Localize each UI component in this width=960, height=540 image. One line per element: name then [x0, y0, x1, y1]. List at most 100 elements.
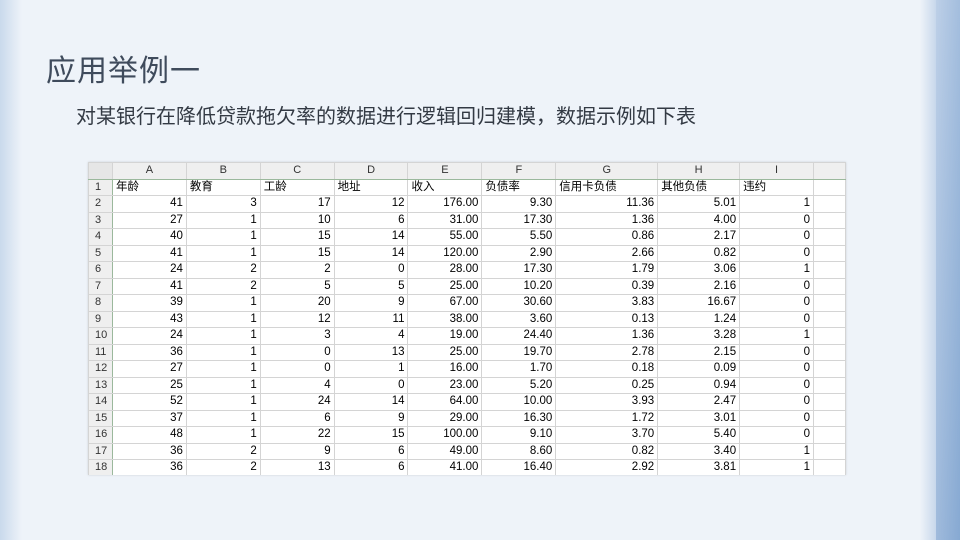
- column-letter-a[interactable]: A: [111, 162, 187, 180]
- empty-cell[interactable]: [812, 294, 846, 312]
- column-letter-c[interactable]: C: [259, 162, 335, 180]
- data-cell[interactable]: 22: [259, 426, 335, 444]
- data-cell[interactable]: 0.94: [657, 376, 741, 394]
- column-letter-b[interactable]: B: [185, 162, 261, 180]
- data-cell[interactable]: 0.82: [555, 442, 659, 460]
- empty-cell[interactable]: [812, 261, 846, 279]
- data-cell[interactable]: 8.60: [481, 442, 557, 460]
- data-cell[interactable]: 1: [185, 426, 261, 444]
- data-cell[interactable]: 52: [111, 393, 187, 411]
- data-cell[interactable]: 2.90: [481, 244, 557, 262]
- data-cell[interactable]: 0: [739, 376, 814, 394]
- row-number[interactable]: 3: [88, 211, 113, 229]
- header-cell[interactable]: 教育: [185, 178, 261, 196]
- data-cell[interactable]: 6: [333, 442, 409, 460]
- data-cell[interactable]: 3.40: [657, 442, 741, 460]
- data-cell[interactable]: 15: [259, 244, 335, 262]
- row-number[interactable]: 7: [88, 277, 113, 295]
- data-cell[interactable]: 30.60: [481, 294, 557, 312]
- data-cell[interactable]: 16.00: [407, 360, 483, 378]
- data-cell[interactable]: 10.20: [481, 277, 557, 295]
- data-cell[interactable]: 0: [739, 228, 814, 246]
- header-cell[interactable]: 信用卡负债: [555, 178, 659, 196]
- data-cell[interactable]: 13: [333, 343, 409, 361]
- row-number[interactable]: 17: [88, 442, 113, 460]
- data-cell[interactable]: 0: [739, 360, 814, 378]
- row-number[interactable]: 11: [88, 343, 113, 361]
- data-cell[interactable]: 9: [259, 442, 335, 460]
- data-cell[interactable]: 24: [111, 261, 187, 279]
- data-cell[interactable]: 1: [185, 343, 261, 361]
- data-cell[interactable]: 41: [111, 244, 187, 262]
- data-cell[interactable]: 49.00: [407, 442, 483, 460]
- data-cell[interactable]: 29.00: [407, 409, 483, 427]
- data-cell[interactable]: 10.00: [481, 393, 557, 411]
- data-cell[interactable]: 11: [333, 310, 409, 328]
- data-cell[interactable]: 2: [185, 459, 261, 475]
- row-number[interactable]: 1: [88, 178, 113, 196]
- data-cell[interactable]: 5: [259, 277, 335, 295]
- data-cell[interactable]: 15: [259, 228, 335, 246]
- data-cell[interactable]: 19.70: [481, 343, 557, 361]
- row-number[interactable]: 15: [88, 409, 113, 427]
- data-cell[interactable]: 25: [111, 376, 187, 394]
- data-cell[interactable]: 1: [739, 327, 814, 345]
- data-cell[interactable]: 14: [333, 393, 409, 411]
- row-number[interactable]: 6: [88, 261, 113, 279]
- data-cell[interactable]: 2.78: [555, 343, 659, 361]
- empty-cell[interactable]: [812, 393, 846, 411]
- data-cell[interactable]: 19.00: [407, 327, 483, 345]
- data-cell[interactable]: 2: [185, 277, 261, 295]
- header-cell[interactable]: 其他负债: [657, 178, 741, 196]
- data-cell[interactable]: 0: [739, 343, 814, 361]
- data-cell[interactable]: 2.16: [657, 277, 741, 295]
- row-number[interactable]: 14: [88, 393, 113, 411]
- empty-cell[interactable]: [812, 211, 846, 229]
- data-cell[interactable]: 1.24: [657, 310, 741, 328]
- data-cell[interactable]: 5: [333, 277, 409, 295]
- empty-cell[interactable]: [812, 360, 846, 378]
- data-cell[interactable]: 3.60: [481, 310, 557, 328]
- empty-cell[interactable]: [812, 376, 846, 394]
- data-cell[interactable]: 5.20: [481, 376, 557, 394]
- data-cell[interactable]: 3: [185, 195, 261, 213]
- data-cell[interactable]: 3.28: [657, 327, 741, 345]
- data-cell[interactable]: 25.00: [407, 343, 483, 361]
- data-cell[interactable]: 3.70: [555, 426, 659, 444]
- data-cell[interactable]: 43: [111, 310, 187, 328]
- header-cell[interactable]: 地址: [333, 178, 409, 196]
- data-cell[interactable]: 1: [333, 360, 409, 378]
- data-cell[interactable]: 38.00: [407, 310, 483, 328]
- data-cell[interactable]: 16.40: [481, 459, 557, 475]
- data-cell[interactable]: 1: [185, 327, 261, 345]
- data-cell[interactable]: 1: [185, 244, 261, 262]
- column-letter-e[interactable]: E: [407, 162, 483, 180]
- row-number[interactable]: 12: [88, 360, 113, 378]
- data-cell[interactable]: 0: [739, 310, 814, 328]
- data-cell[interactable]: 37: [111, 409, 187, 427]
- data-cell[interactable]: 3.06: [657, 261, 741, 279]
- data-cell[interactable]: 5.50: [481, 228, 557, 246]
- row-number[interactable]: 16: [88, 426, 113, 444]
- empty-cell[interactable]: [812, 178, 846, 196]
- column-letter-h[interactable]: H: [657, 162, 741, 180]
- data-cell[interactable]: 4.00: [657, 211, 741, 229]
- data-cell[interactable]: 1: [185, 360, 261, 378]
- data-cell[interactable]: 14: [333, 244, 409, 262]
- empty-cell[interactable]: [812, 277, 846, 295]
- data-cell[interactable]: 1.70: [481, 360, 557, 378]
- data-cell[interactable]: 3: [259, 327, 335, 345]
- data-cell[interactable]: 100.00: [407, 426, 483, 444]
- data-cell[interactable]: 10: [259, 211, 335, 229]
- data-cell[interactable]: 1.36: [555, 327, 659, 345]
- row-number[interactable]: 13: [88, 376, 113, 394]
- data-cell[interactable]: 6: [259, 409, 335, 427]
- data-cell[interactable]: 1: [739, 195, 814, 213]
- data-cell[interactable]: 17: [259, 195, 335, 213]
- data-cell[interactable]: 0.39: [555, 277, 659, 295]
- data-cell[interactable]: 0.82: [657, 244, 741, 262]
- data-cell[interactable]: 3.83: [555, 294, 659, 312]
- data-cell[interactable]: 1.79: [555, 261, 659, 279]
- data-cell[interactable]: 24: [111, 327, 187, 345]
- data-cell[interactable]: 15: [333, 426, 409, 444]
